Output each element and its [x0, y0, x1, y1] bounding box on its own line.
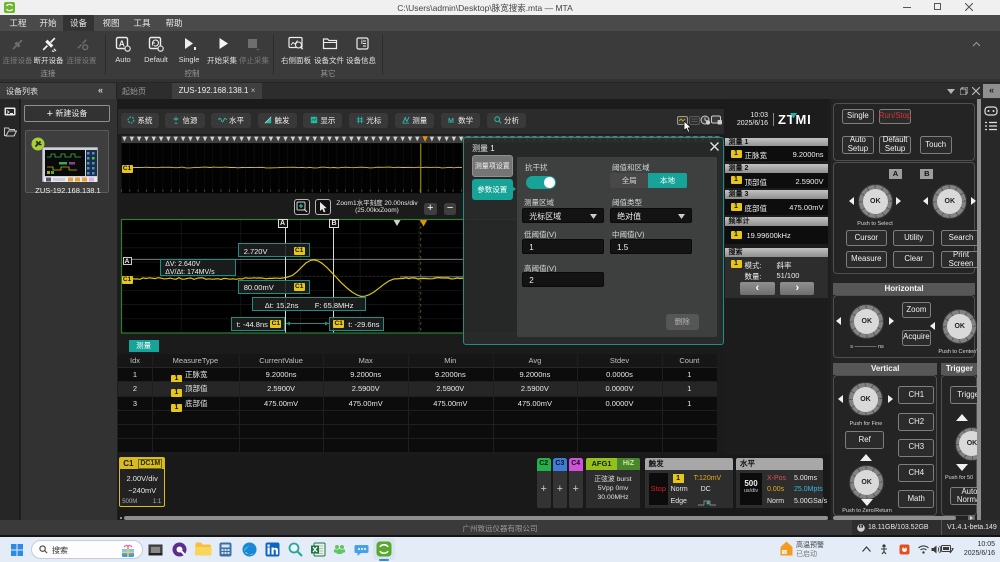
svg-text:YG: YG [783, 551, 788, 555]
